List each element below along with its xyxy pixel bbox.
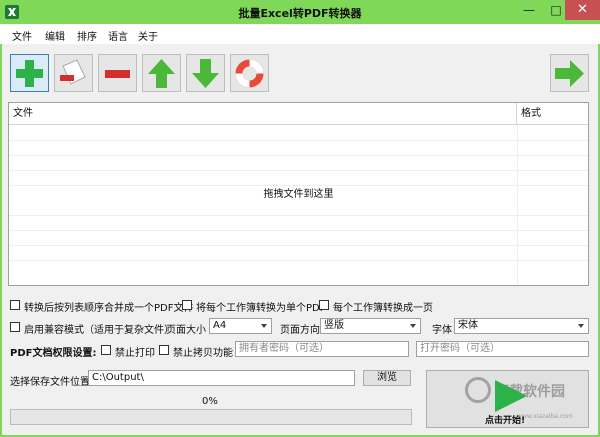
watermark-url: www.xiazaiba.com <box>517 413 573 420</box>
output-location-label: 选择保存文件位置 <box>10 377 90 388</box>
list-row-line <box>9 245 588 246</box>
owner-password-input[interactable]: 拥有者密码（可选） <box>235 341 409 357</box>
move-up-button[interactable] <box>142 54 181 92</box>
font-select[interactable]: 宋体 <box>454 318 589 334</box>
chevron-down-icon <box>261 324 267 328</box>
help-button[interactable] <box>230 54 269 92</box>
column-header-format[interactable]: 格式 <box>517 103 588 125</box>
browse-button[interactable]: 浏览 <box>363 370 411 386</box>
list-row-line <box>9 260 588 261</box>
open-password-input[interactable]: 打开密码（可选） <box>416 341 589 357</box>
drop-hint: 拖拽文件到这里 <box>263 189 334 200</box>
output-path-input[interactable]: C:\Output\ <box>88 370 355 386</box>
list-row-line <box>9 215 588 216</box>
clear-list-button[interactable] <box>98 54 137 92</box>
progress-text: 0% <box>202 396 218 407</box>
remove-file-button[interactable] <box>54 54 93 92</box>
page-size-label: 页面大小 <box>166 325 206 336</box>
add-files-button[interactable] <box>10 54 49 92</box>
watermark-logo-icon <box>465 377 491 403</box>
minimize-button[interactable]: — <box>516 0 542 20</box>
list-row-line <box>9 230 588 231</box>
no-print-label: 禁止打印 <box>115 348 155 359</box>
font-value: 宋体 <box>458 320 478 331</box>
help-lifebuoy-icon <box>235 59 264 88</box>
chevron-down-icon <box>578 324 584 328</box>
sheet-one-page-label: 每个工作簿转换成一页 <box>333 303 433 314</box>
start-button-label: 点击开始! <box>485 416 526 426</box>
menu-edit[interactable]: 编辑 <box>45 28 65 43</box>
no-copy-label: 禁止拷贝功能 <box>173 348 233 359</box>
no-print-checkbox[interactable] <box>101 345 111 355</box>
sheet-one-page-checkbox[interactable] <box>319 300 329 310</box>
page-size-select[interactable]: A4 <box>209 318 272 334</box>
progress-bar <box>10 409 412 425</box>
column-divider <box>517 125 518 285</box>
chevron-down-icon <box>410 324 416 328</box>
arrow-up-icon <box>148 59 175 88</box>
menu-language[interactable]: 语言 <box>108 28 128 43</box>
menu-bar: 文件 编辑 排序 语言 关于 <box>0 24 600 44</box>
permissions-label: PDF文档权限设置: <box>10 348 97 359</box>
menu-about[interactable]: 关于 <box>138 28 158 43</box>
start-button[interactable]: 下载软件园 www.xiazaiba.com 点击开始! <box>426 370 589 428</box>
add-icon <box>16 60 43 87</box>
list-row-line <box>9 155 588 156</box>
orientation-label: 页面方向 <box>280 325 320 336</box>
merge-pdf-checkbox[interactable] <box>10 300 20 310</box>
menu-file[interactable]: 文件 <box>12 28 32 43</box>
page-size-value: A4 <box>213 320 227 331</box>
next-arrow-icon <box>555 60 584 87</box>
app-window: 批量Excel转PDF转换器 — □ ✕ 文件 编辑 排序 语言 关于 文件 格… <box>0 0 600 437</box>
move-down-button[interactable] <box>186 54 225 92</box>
orientation-value: 竖版 <box>324 320 344 331</box>
font-label: 字体 <box>432 325 452 336</box>
clear-icon <box>105 70 130 78</box>
merge-pdf-label: 转换后按列表顺序合并成一个PDF文件 <box>24 303 194 314</box>
no-copy-checkbox[interactable] <box>159 345 169 355</box>
file-list[interactable]: 文件 格式 拖拽文件到这里 <box>8 102 589 286</box>
remove-file-icon <box>60 59 86 85</box>
list-row-line <box>9 170 588 171</box>
compat-mode-checkbox[interactable] <box>10 322 20 332</box>
window-title: 批量Excel转PDF转换器 <box>238 7 362 20</box>
arrow-down-icon <box>192 59 219 88</box>
client-area: 文件 格式 拖拽文件到这里 转换后按列表顺序合并成一个PDF文件 将每个工作簿转… <box>2 44 598 435</box>
list-row-line <box>9 140 588 141</box>
close-button[interactable]: ✕ <box>565 0 600 20</box>
next-step-button[interactable] <box>550 54 589 92</box>
title-bar[interactable]: 批量Excel转PDF转换器 — □ ✕ <box>0 0 600 24</box>
column-header-file[interactable]: 文件 <box>9 103 517 125</box>
menu-sort[interactable]: 排序 <box>77 28 97 43</box>
each-sheet-pdf-label: 将每个工作簿转换为单个PDF <box>196 303 326 314</box>
compat-mode-label: 启用兼容模式（适用于复杂文件） <box>24 325 174 336</box>
each-sheet-pdf-checkbox[interactable] <box>182 300 192 310</box>
orientation-select[interactable]: 竖版 <box>320 318 421 334</box>
